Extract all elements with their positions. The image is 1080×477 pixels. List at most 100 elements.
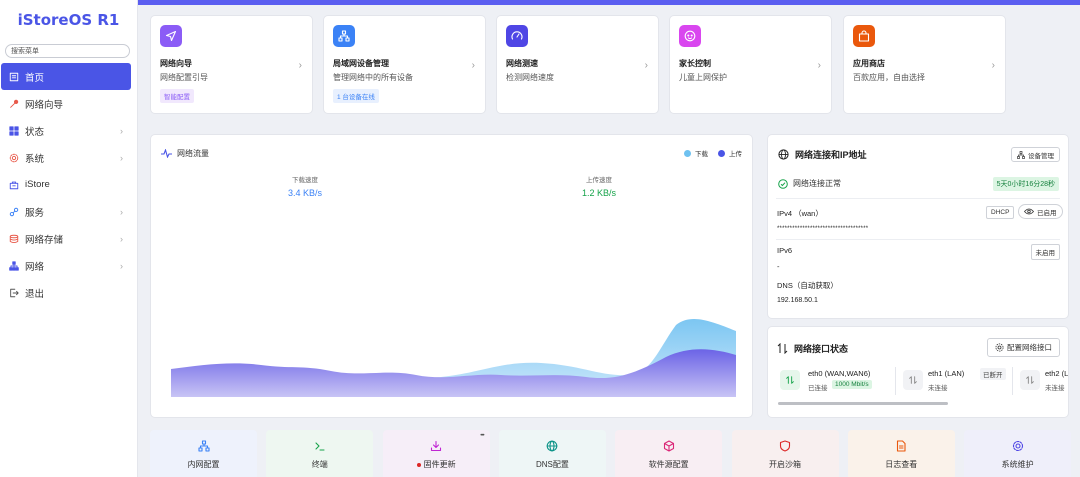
baby-face-icon [684, 30, 696, 42]
quick-card-subtitle: 网络配置引导 [160, 73, 208, 82]
lan-devices-icon [333, 25, 355, 47]
sidebar-item-5[interactable]: 服务 › [1, 198, 131, 225]
tool-tile-6[interactable]: 日志查看 [847, 430, 955, 477]
logout-icon [10, 288, 19, 297]
quick-card-title: 局域网设备管理 [333, 59, 389, 68]
ipv4-toggle-button[interactable]: 已启用 [1018, 204, 1063, 219]
ipv4-toggle-label: 已启用 [1037, 209, 1057, 217]
tool-tile-2[interactable]: 固件更新 ••• [382, 430, 490, 477]
quick-card-subtitle: 检测网络速度 [506, 73, 554, 82]
interfaces-card: 网络接口状态 配置网络接口 eth0 (WAN,WAN6) 已连接 1000 M… [767, 326, 1069, 418]
download-legend-dot [684, 149, 691, 157]
tool-label-row: 日志查看 [885, 459, 917, 470]
store-icon [9, 180, 19, 190]
tool-label: 固件更新 [423, 460, 456, 469]
ipv4-label: IPv4 （wan） [777, 209, 823, 218]
more-options-icon[interactable]: ••• [480, 433, 484, 439]
shopping-bag-icon [858, 30, 870, 42]
divider [776, 198, 1060, 199]
tool-tile-3[interactable]: DNS配置 [498, 430, 606, 477]
chevron-right-icon: › [120, 125, 123, 136]
sidebar-item-3[interactable]: 系统 › [1, 144, 131, 171]
download-speed-value: 3.4 KB/s [287, 188, 323, 198]
ipv6-label: IPv6 [777, 246, 793, 255]
sidebar-item-4[interactable]: iStore [1, 171, 131, 198]
quick-card-badge: 1 台设备在线 [333, 89, 379, 103]
tool-label: 日志查看 [885, 460, 918, 469]
traffic-legend: 下载 上传 [684, 148, 742, 158]
chevron-right-icon: › [817, 60, 821, 71]
quick-card-title: 应用商店 [853, 59, 885, 68]
status-icon [9, 125, 19, 136]
port-item[interactable]: eth2 (L 未连接 [1012, 367, 1069, 395]
tool-label: DNS配置 [535, 460, 569, 469]
quick-card-2[interactable]: 网络测速 检测网络速度 › [496, 15, 659, 114]
lan-devices-icon [1017, 150, 1025, 159]
traffic-title: 网络流量 [177, 149, 209, 158]
port-item[interactable]: eth1 (LAN) 未连接 已断开 [895, 367, 1007, 395]
baby-face-icon [679, 25, 701, 47]
sidebar-item-6[interactable]: 网络存储 › [1, 225, 131, 252]
connection-card: 网络连接和IP地址 设备管理 网络连接正常 5天0小时16分28秒 IPv4 （… [767, 134, 1069, 319]
port-name: eth2 (L [1045, 369, 1069, 378]
sidebar-item-0[interactable]: 首页 [1, 63, 131, 90]
tool-label-row: 开启沙箱 [769, 459, 801, 470]
speedometer-icon [506, 25, 528, 47]
sidebar-item-label: 网络存储 [25, 234, 64, 246]
app-logo: iStoreOS R1 [17, 11, 120, 29]
check-circle-icon [778, 178, 788, 189]
ethernet-icon [1026, 376, 1034, 384]
document-icon [897, 440, 906, 452]
sidebar-item-label: 首页 [25, 72, 45, 84]
tool-label: 系统维护 [1001, 460, 1034, 469]
tool-tile-0[interactable]: 内网配置 [150, 430, 257, 477]
eye-icon [1024, 208, 1034, 215]
update-dot-icon [416, 462, 421, 467]
tool-label: 软件源配置 [648, 460, 689, 469]
configure-interfaces-button[interactable]: 配置网络接口 [987, 338, 1060, 357]
tool-tile-1[interactable]: 终端 [266, 430, 374, 477]
tool-label-row: 系统维护 [1002, 459, 1034, 470]
tool-label: 终端 [311, 460, 328, 469]
traffic-card: 网络流量 下载 上传 下载速度 3.4 KB/s 上传速度 1.2 KB/s [150, 134, 753, 418]
quick-card-subtitle: 儿童上网保护 [679, 73, 727, 82]
quick-card-0[interactable]: 网络向导 网络配置引导 › 智能配置 [150, 15, 313, 114]
horizontal-scrollbar[interactable] [778, 402, 948, 405]
sidebar-item-2[interactable]: 状态 › [1, 117, 131, 144]
uptime-badge: 5天0小时16分28秒 [992, 177, 1059, 191]
port-speed-badge: 1000 Mbit/s [832, 380, 872, 389]
download-icon [431, 440, 442, 452]
sidebar: iStoreOS R1 搜索菜单 首页 网络向导 状态 › 系统 › iStor… [0, 0, 138, 477]
network-icon [9, 260, 19, 271]
quick-card-3[interactable]: 家长控制 儿童上网保护 › [669, 15, 832, 114]
device-management-button[interactable]: 设备管理 [1011, 147, 1060, 162]
ethernet-icon [780, 370, 800, 390]
traffic-chart [171, 318, 736, 397]
lan-devices-icon [338, 30, 350, 42]
tool-tile-5[interactable]: 开启沙箱 [731, 430, 839, 477]
search-menu-input[interactable]: 搜索菜单 [5, 44, 130, 58]
interfaces-title: 网络接口状态 [794, 344, 849, 354]
tool-tile-7[interactable]: 系统维护 [964, 430, 1072, 477]
ipv4-address: ************************************ [777, 226, 869, 232]
home-icon [9, 72, 19, 81]
tool-label-row: 终端 [312, 459, 328, 470]
logout-icon [9, 288, 19, 298]
port-item[interactable]: eth0 (WAN,WAN6) 已连接 1000 Mbit/s [778, 367, 890, 395]
tool-label: 开启沙箱 [769, 460, 801, 469]
upload-speed-value: 1.2 KB/s [581, 188, 617, 198]
ipv6-address: - [777, 262, 780, 271]
quick-card-1[interactable]: 局域网设备管理 管理网络中的所有设备 › 1 台设备在线 [323, 15, 486, 114]
quick-card-4[interactable]: 应用商店 百款应用，自由选择 › [843, 15, 1006, 114]
download-legend-label: 下载 [695, 151, 708, 158]
quick-card-title: 网络测速 [506, 59, 538, 68]
sidebar-item-1[interactable]: 网络向导 [1, 90, 131, 117]
shopping-bag-icon [853, 25, 875, 47]
port-status: 未连接 [1045, 385, 1065, 392]
sidebar-item-8[interactable]: 退出 [1, 279, 131, 306]
sidebar-item-7[interactable]: 网络 › [1, 252, 131, 279]
sidebar-item-label: iStore [25, 179, 50, 190]
tool-tile-4[interactable]: 软件源配置 [615, 430, 723, 477]
gear-icon [1012, 440, 1023, 452]
sidebar-item-label: 退出 [25, 288, 45, 300]
